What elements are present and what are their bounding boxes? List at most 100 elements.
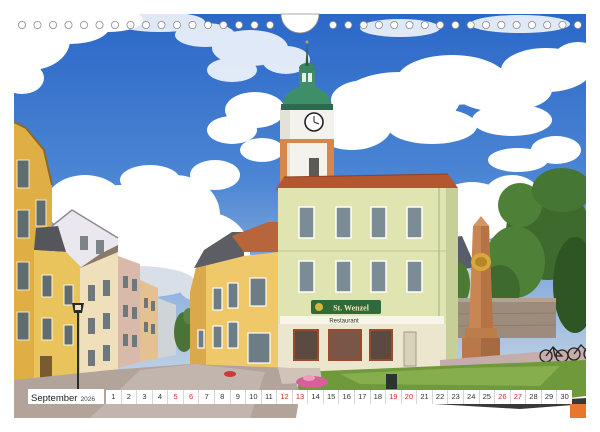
day-cell: 11 [261, 390, 277, 404]
month-name: September [31, 393, 78, 404]
binding-hole [359, 20, 368, 29]
binding-hole [420, 20, 429, 29]
window [41, 274, 53, 298]
awning [280, 316, 444, 324]
day-cell: 29 [541, 390, 557, 404]
photo-scene: St. Wenzel Restaurant [14, 14, 586, 418]
window [406, 260, 423, 293]
day-cell: 7 [199, 390, 214, 404]
window [16, 209, 30, 239]
window [197, 329, 205, 349]
window [63, 284, 74, 306]
window [335, 260, 352, 293]
day-cell: 22 [432, 390, 448, 404]
day-cell: 3 [137, 390, 152, 404]
trash-bin [386, 374, 397, 389]
binding-hole [80, 20, 89, 29]
binding-hole [141, 20, 150, 29]
sign-text: St. Wenzel [333, 304, 370, 313]
day-cell: 1 [106, 390, 121, 404]
window [406, 206, 423, 239]
window [298, 206, 315, 239]
month-label: September 2026 [28, 389, 104, 404]
day-cell: 12 [277, 390, 292, 404]
binding-hole [512, 20, 521, 29]
binding-hole [543, 20, 552, 29]
binding-hole [344, 20, 353, 29]
day-cell: 30 [557, 390, 572, 404]
tower-window [309, 158, 319, 176]
window [335, 206, 352, 239]
window [35, 199, 47, 227]
door [403, 331, 417, 367]
day-cell: 13 [292, 390, 308, 404]
binding-hole [219, 20, 228, 29]
day-cell: 20 [401, 390, 417, 404]
day-cell: 5 [168, 390, 183, 404]
window [298, 260, 315, 293]
binding-hole [558, 20, 567, 29]
shop-window [369, 329, 393, 361]
binding-hole [497, 20, 506, 29]
binding-hole [390, 20, 399, 29]
window [96, 240, 104, 254]
window [370, 206, 387, 239]
binding-hole [49, 20, 58, 29]
binding-hole [172, 20, 181, 29]
awning-text: Restaurant [329, 319, 359, 325]
window [227, 321, 239, 349]
day-cell: 25 [479, 390, 495, 404]
day-cell: 24 [463, 390, 479, 404]
day-cell: 15 [323, 390, 339, 404]
window [227, 282, 239, 309]
binding-hole [126, 20, 135, 29]
day-cell: 4 [152, 390, 168, 404]
binding-hole [17, 20, 26, 29]
shop-window [293, 329, 319, 361]
day-cell: 19 [386, 390, 401, 404]
day-cell: 14 [308, 390, 323, 404]
day-cell: 28 [526, 390, 541, 404]
window [370, 260, 387, 293]
binding-hole [250, 20, 259, 29]
year: 2026 [80, 396, 95, 403]
day-cell: 26 [495, 390, 510, 404]
window [41, 317, 53, 341]
window [16, 261, 30, 291]
window [63, 324, 74, 346]
binding-hole [451, 20, 460, 29]
binding-hole [328, 20, 337, 29]
window [80, 236, 88, 250]
day-cell: 8 [214, 390, 230, 404]
flowers [303, 375, 315, 381]
corner-tab [570, 404, 586, 418]
binding-hole [157, 20, 166, 29]
day-cell: 10 [246, 390, 261, 404]
shop-window [328, 329, 362, 361]
main-building: St. Wenzel Restaurant [275, 173, 458, 372]
day-cell: 21 [417, 390, 432, 404]
binding-hole [265, 20, 274, 29]
binding-hole [111, 20, 120, 29]
day-cell: 6 [183, 390, 199, 404]
day-cell: 9 [230, 390, 246, 404]
day-cell: 2 [121, 390, 137, 404]
flowers [224, 371, 236, 377]
binding-hole [466, 20, 475, 29]
day-cell: 27 [510, 390, 526, 404]
day-strip: 1 2 3 4 5 6 7 8 9 10 11 12 13 14 15 16 17 18 19 20 21 22 23 24 2… [106, 390, 572, 404]
binding-hole [203, 20, 212, 29]
day-cell: 23 [448, 390, 463, 404]
clock-face [304, 112, 324, 132]
binding-hole [95, 20, 104, 29]
window [212, 325, 223, 349]
window [16, 311, 30, 341]
binding-hole [33, 20, 42, 29]
day-cell: 18 [370, 390, 386, 404]
binding-hole [573, 20, 582, 29]
window [249, 277, 267, 307]
day-cell: 17 [355, 390, 370, 404]
binding-hole [64, 20, 73, 29]
window [16, 159, 30, 189]
binding-hole [405, 20, 414, 29]
